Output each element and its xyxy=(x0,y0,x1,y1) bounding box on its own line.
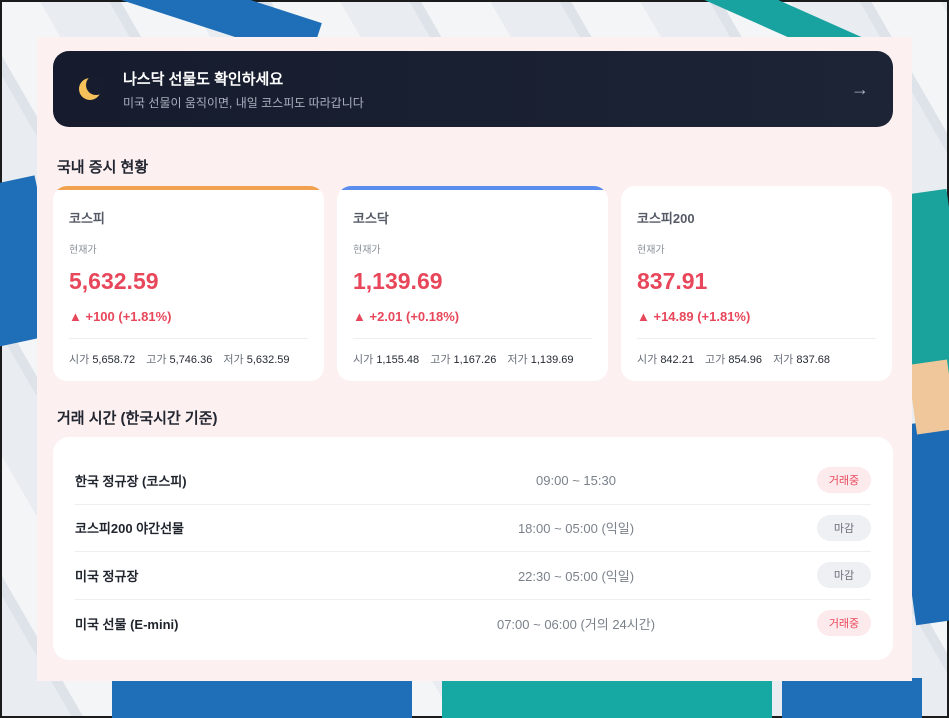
banner-text: 나스닥 선물도 확인하세요 미국 선물이 움직이면, 내일 코스피도 따라갑니다 xyxy=(123,68,851,111)
trading-time: 09:00 ~ 15:30 xyxy=(536,472,616,488)
table-row: 한국 정규장 (코스피) 09:00 ~ 15:30 거래중 xyxy=(75,457,871,505)
low-value: 837.68 xyxy=(796,354,831,366)
ohl-row: 시가 842.21 고가 854.96 저가 837.68 xyxy=(637,351,876,367)
high-label: 고가 xyxy=(430,354,451,366)
open-label: 시가 xyxy=(69,354,90,366)
trading-time: 18:00 ~ 05:00 (익일) xyxy=(517,521,635,537)
card-accent-bar xyxy=(53,186,324,190)
trading-time: 22:30 ~ 05:00 (익일) xyxy=(517,568,635,584)
current-price: 5,632.59 xyxy=(69,268,159,294)
banner-subtitle: 미국 선물이 움직이면, 내일 코스피도 따라갑니다 xyxy=(123,95,364,110)
price-label: 현재가 xyxy=(637,245,665,256)
market-panel: 나스닥 선물도 확인하세요 미국 선물이 움직이면, 내일 코스피도 따라갑니다… xyxy=(37,37,912,681)
open-value: 5,658.72 xyxy=(92,354,136,366)
market-name: 미국 선물 (E-mini) xyxy=(75,616,179,632)
table-row: 미국 정규장 22:30 ~ 05:00 (익일) 마감 xyxy=(75,552,871,600)
market-name: 코스피200 야간선물 xyxy=(75,521,185,537)
market-name: 한국 정규장 (코스피) xyxy=(75,473,187,489)
price-change: ▲ +14.89 (+1.81%) xyxy=(637,309,876,339)
low-value: 1,139.69 xyxy=(530,354,574,366)
status-badge: 거래중 xyxy=(817,610,871,637)
index-name: 코스닥 xyxy=(353,211,389,226)
price-label: 현재가 xyxy=(69,245,97,256)
price-change: ▲ +100 (+1.81%) xyxy=(69,309,308,339)
background-stripe xyxy=(112,678,412,718)
index-name: 코스피 xyxy=(69,211,105,226)
high-value: 1,167.26 xyxy=(453,354,497,366)
card-accent-bar xyxy=(337,186,608,190)
open-value: 842.21 xyxy=(660,354,694,366)
index-card-kospi[interactable]: 코스피 현재가 5,632.59 ▲ +100 (+1.81%) 시가 5,65… xyxy=(53,186,324,381)
low-label: 저가 xyxy=(773,354,794,366)
banner-title: 나스닥 선물도 확인하세요 xyxy=(123,70,284,88)
ohl-row: 시가 1,155.48 고가 1,167.26 저가 1,139.69 xyxy=(353,351,592,367)
open-value: 1,155.48 xyxy=(376,354,420,366)
status-badge: 거래중 xyxy=(817,467,871,494)
index-card-kospi200[interactable]: 코스피200 현재가 837.91 ▲ +14.89 (+1.81%) 시가 8… xyxy=(621,186,892,381)
open-label: 시가 xyxy=(637,354,658,366)
index-card-kosdaq[interactable]: 코스닥 현재가 1,139.69 ▲ +2.01 (+0.18%) 시가 1,1… xyxy=(337,186,608,381)
index-name: 코스피200 xyxy=(637,211,695,226)
high-label: 고가 xyxy=(705,354,726,366)
low-value: 5,632.59 xyxy=(246,354,290,366)
low-label: 저가 xyxy=(507,354,528,366)
current-price: 837.91 xyxy=(637,268,708,294)
table-row: 미국 선물 (E-mini) 07:00 ~ 06:00 (거의 24시간) 거… xyxy=(75,600,871,648)
high-label: 고가 xyxy=(146,354,167,366)
trading-time: 07:00 ~ 06:00 (거의 24시간) xyxy=(496,616,656,632)
arrow-right-icon[interactable]: → xyxy=(851,79,869,100)
market-name: 미국 정규장 xyxy=(75,568,139,584)
current-price: 1,139.69 xyxy=(353,268,443,294)
market-section-title: 국내 증시 현황 xyxy=(57,159,149,176)
trading-hours-title: 거래 시간 (한국시간 기준) xyxy=(57,410,218,427)
moon-icon xyxy=(77,75,106,102)
background-stripe xyxy=(442,678,772,718)
open-label: 시가 xyxy=(353,354,374,366)
low-label: 저가 xyxy=(223,354,244,366)
trading-hours-table: 한국 정규장 (코스피) 09:00 ~ 15:30 거래중 코스피200 야간… xyxy=(53,437,893,660)
table-row: 코스피200 야간선물 18:00 ~ 05:00 (익일) 마감 xyxy=(75,505,871,552)
price-change: ▲ +2.01 (+0.18%) xyxy=(353,309,592,339)
background-stripe xyxy=(782,678,922,718)
nasdaq-futures-banner[interactable]: 나스닥 선물도 확인하세요 미국 선물이 움직이면, 내일 코스피도 따라갑니다… xyxy=(53,51,893,127)
status-badge: 마감 xyxy=(817,514,871,541)
ohl-row: 시가 5,658.72 고가 5,746.36 저가 5,632.59 xyxy=(69,351,308,367)
price-label: 현재가 xyxy=(353,245,381,256)
high-value: 5,746.36 xyxy=(169,354,213,366)
high-value: 854.96 xyxy=(728,354,762,366)
status-badge: 마감 xyxy=(817,562,871,589)
